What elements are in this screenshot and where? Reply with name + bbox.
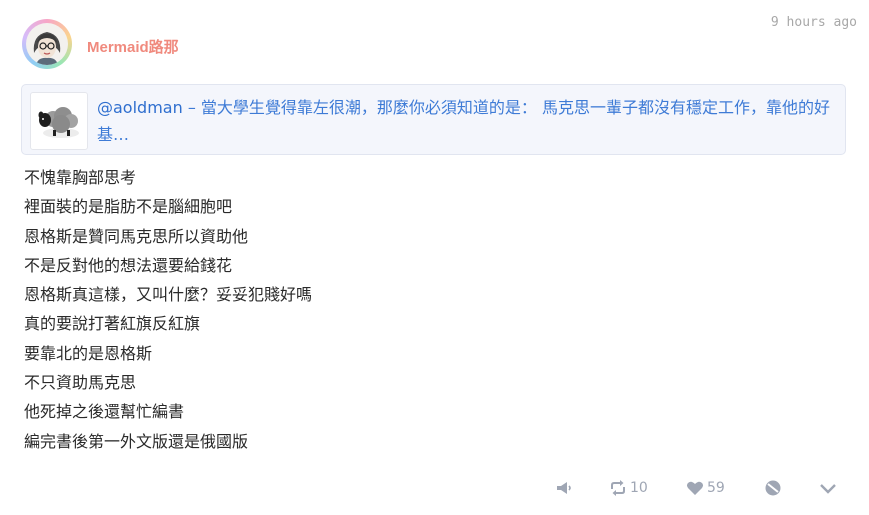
- quoted-post-excerpt: 當大學生覺得靠左很潮，那麼你必須知道的是： 馬克思一輩子都沒有穩定工作，靠他的好…: [97, 98, 830, 144]
- post-line: 不愧靠胸部思考: [24, 168, 137, 187]
- sheep-icon: [30, 92, 88, 150]
- post-header: Mermaid路那 9 hours ago: [0, 0, 869, 80]
- like-button[interactable]: 59: [686, 474, 725, 502]
- repost-icon: [609, 480, 627, 496]
- post-line: 恩格斯是贊同馬克思所以資助他: [24, 226, 249, 246]
- post-line: 要靠北的是恩格斯: [24, 343, 153, 363]
- post-line: 裡面裝的是脂肪不是腦細胞吧: [24, 197, 233, 217]
- reply-button[interactable]: [555, 474, 573, 502]
- post-line: 他死掉之後還幫忙編書: [24, 402, 185, 422]
- megaphone-icon: [555, 480, 573, 496]
- post-line: 恩格斯真這樣，又叫什麼？妥妥犯賤好嗎: [24, 285, 313, 305]
- post-body: 不愧靠胸部思考 裡面裝的是脂肪不是腦細胞吧 恩格斯是贊同馬克思所以資助他 不是反…: [24, 163, 312, 456]
- repost-button[interactable]: 10: [609, 474, 648, 502]
- repost-count: 10: [630, 480, 648, 496]
- post-line: 不是反對他的想法還要給錢花: [24, 255, 233, 275]
- timestamp[interactable]: 9 hours ago: [771, 15, 857, 30]
- more-options-button[interactable]: [819, 474, 837, 502]
- like-count: 59: [707, 480, 725, 496]
- quote-separator: –: [182, 98, 201, 117]
- post-line: 真的要說打著紅旗反紅旗: [24, 314, 201, 334]
- chevron-down-icon: [819, 481, 837, 495]
- heart-icon: [686, 480, 704, 496]
- avatar[interactable]: [22, 19, 72, 69]
- block-icon: [764, 479, 782, 497]
- quoted-post-text[interactable]: @aoldman – 當大學生覺得靠左很潮，那麼你必須知道的是： 馬克思一輩子都…: [97, 94, 842, 148]
- quoted-user-handle[interactable]: @aoldman: [97, 98, 183, 117]
- username-link[interactable]: Mermaid路那: [87, 36, 179, 57]
- hide-button[interactable]: [764, 474, 782, 502]
- woman-portrait-avatar-icon: [26, 23, 68, 65]
- post-line: 不只資助馬克思: [24, 373, 137, 393]
- quoted-post-card[interactable]: @aoldman – 當大學生覺得靠左很潮，那麼你必須知道的是： 馬克思一輩子都…: [21, 84, 846, 155]
- post-line: 編完書後第一外文版還是俄國版: [24, 431, 249, 451]
- post-actions: 10 59: [0, 474, 869, 502]
